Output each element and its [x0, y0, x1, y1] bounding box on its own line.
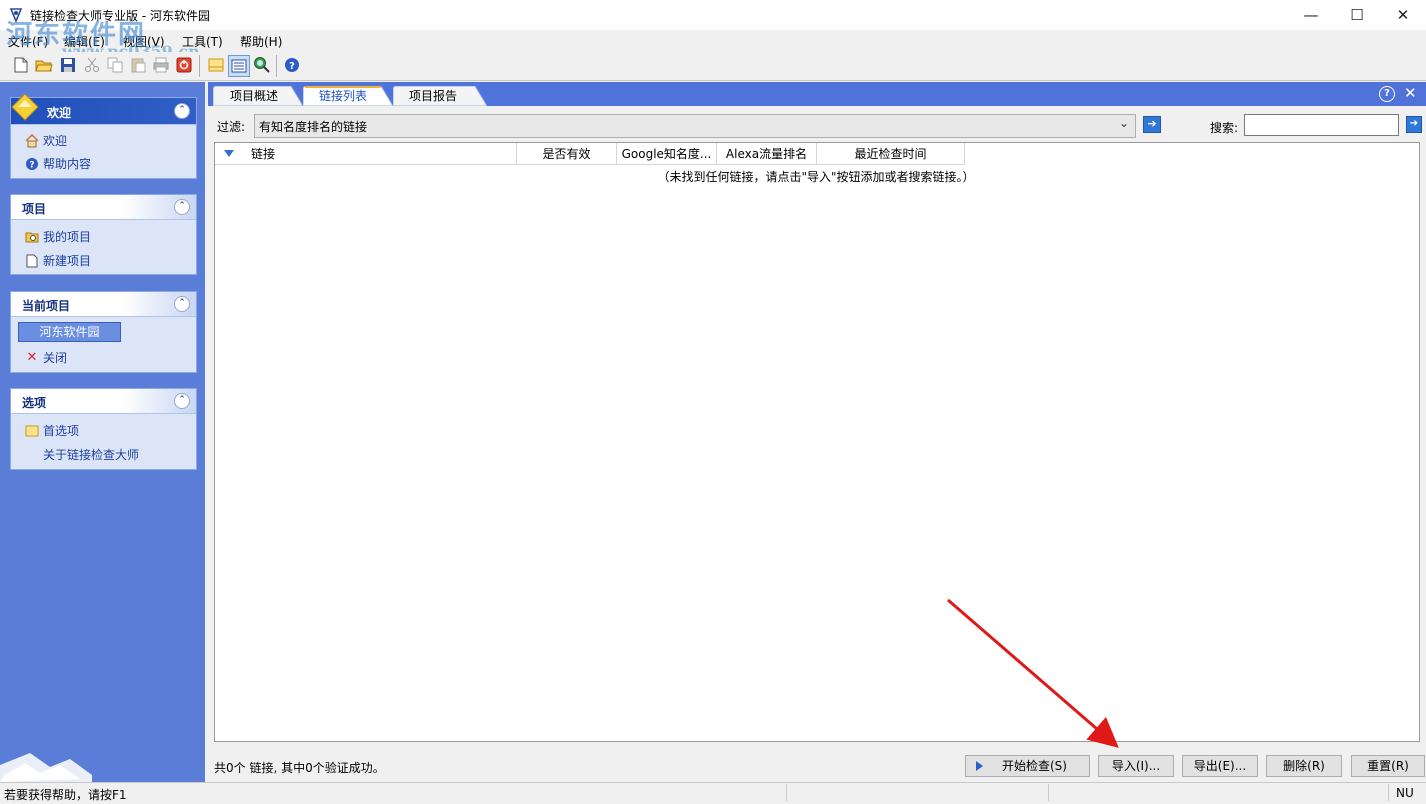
- num-lock-indicator: NU: [1396, 786, 1414, 800]
- toolbar-separator: [276, 55, 277, 77]
- column-header-valid[interactable]: 是否有效: [517, 143, 617, 165]
- status-separator: [786, 784, 787, 801]
- svg-text:?: ?: [289, 61, 295, 72]
- group-title: 项目: [22, 202, 47, 216]
- title-bar: [0, 0, 1426, 30]
- filter-selected-value: 有知名度排名的链接: [259, 120, 368, 134]
- empty-list-message: （未找到任何链接，请点击"导入"按钮添加或者搜索链接。）: [657, 170, 975, 184]
- filter-label: 过滤:: [217, 120, 246, 134]
- sidebar-item-help[interactable]: ? 帮助内容: [25, 155, 91, 172]
- welcome-group-header[interactable]: 欢迎 ⌃: [11, 93, 196, 125]
- project-group-header[interactable]: 项目 ⌃: [11, 195, 196, 220]
- folder-search-icon: [25, 230, 39, 244]
- sidebar-item-close-project[interactable]: ✕ 关闭: [25, 349, 67, 366]
- close-red-icon: ✕: [26, 350, 38, 365]
- welcome-diamond-icon: [11, 93, 39, 121]
- clouds-decoration: [0, 753, 92, 782]
- tab-overview[interactable]: 项目概述: [230, 86, 278, 106]
- search-go-button[interactable]: ➔: [1406, 116, 1422, 133]
- sidebar-item-label: 我的项目: [43, 230, 92, 244]
- sidebar-item-about[interactable]: 关于链接检查大师: [43, 446, 139, 463]
- group-title: 选项: [22, 396, 47, 410]
- options-group-header[interactable]: 选项 ⌃: [11, 389, 196, 414]
- tab-link-list[interactable]: 链接列表: [319, 86, 367, 106]
- search-input[interactable]: [1244, 114, 1399, 136]
- reset-button[interactable]: 重置(R): [1351, 755, 1425, 777]
- detail-view-icon[interactable]: [228, 55, 250, 77]
- welcome-group: 欢迎 ⌃ 欢迎 ? 帮助内容: [10, 93, 197, 179]
- panel-help-icon[interactable]: ?: [1379, 86, 1395, 102]
- note-icon[interactable]: [207, 56, 225, 74]
- sidebar-item-label: 新建项目: [43, 254, 92, 268]
- group-title: 欢迎: [47, 106, 72, 120]
- copy-icon[interactable]: [106, 56, 124, 74]
- sort-descending-icon: [224, 150, 234, 157]
- menu-help[interactable]: 帮助(H): [240, 33, 282, 50]
- sidebar-item-label: 关于链接检查大师: [43, 448, 140, 462]
- open-icon[interactable]: [35, 56, 53, 74]
- sidebar-item-label: 帮助内容: [43, 157, 92, 171]
- collapse-icon[interactable]: ⌃: [174, 393, 190, 409]
- sidebar-item-new-project[interactable]: 新建项目: [25, 252, 91, 269]
- summary-text: 共0个 链接, 其中0个验证成功。: [214, 761, 385, 775]
- svg-text:?: ?: [29, 160, 34, 170]
- current-project-group-header[interactable]: 当前项目 ⌃: [11, 292, 196, 317]
- status-bar: [0, 782, 1426, 804]
- preferences-icon: [25, 424, 39, 438]
- home-icon: [25, 133, 39, 148]
- chevron-down-icon: ⌄: [1118, 116, 1129, 130]
- play-icon: [976, 761, 983, 771]
- cut-icon[interactable]: [83, 56, 101, 74]
- collapse-icon[interactable]: ⌃: [174, 103, 190, 119]
- print-icon[interactable]: [152, 56, 170, 74]
- column-header-alexa-rank[interactable]: Alexa流量排名: [717, 143, 817, 165]
- column-header-google-rank[interactable]: Google知名度...: [617, 143, 717, 165]
- minimize-button[interactable]: —: [1288, 0, 1334, 30]
- current-project-group: 当前项目 ⌃ 河东软件园 ✕ 关闭: [10, 291, 197, 373]
- filter-apply-button[interactable]: ➔: [1143, 116, 1161, 133]
- export-button[interactable]: 导出(E)...: [1182, 755, 1258, 777]
- annotation-arrow: [947, 598, 1119, 748]
- search-label: 搜索:: [1210, 121, 1239, 135]
- status-separator: [1048, 784, 1049, 801]
- sidebar-item-my-projects[interactable]: 我的项目: [25, 228, 91, 245]
- sidebar-item-label: 关闭: [43, 351, 68, 365]
- delete-button[interactable]: 删除(R): [1266, 755, 1342, 777]
- project-group: 项目 ⌃ 我的项目 新建项目: [10, 194, 197, 275]
- new-document-icon: [25, 254, 39, 268]
- link-list-view[interactable]: [214, 142, 1420, 742]
- toolbar-separator: [199, 55, 200, 77]
- stop-icon[interactable]: [175, 56, 193, 74]
- sidebar-item-preferences[interactable]: 首选项: [25, 422, 79, 439]
- status-separator: [1388, 784, 1389, 801]
- help-icon[interactable]: ?: [283, 56, 301, 74]
- sidebar-item-welcome[interactable]: 欢迎: [25, 132, 67, 149]
- filter-dropdown[interactable]: 有知名度排名的链接 ⌄: [254, 114, 1136, 138]
- column-header-last-checked[interactable]: 最近检查时间: [817, 143, 965, 165]
- group-title: 当前项目: [22, 299, 71, 313]
- panel-close-icon[interactable]: ✕: [1404, 84, 1417, 102]
- new-icon[interactable]: [12, 56, 30, 74]
- options-group: 选项 ⌃ 首选项 关于链接检查大师: [10, 388, 197, 470]
- column-header-link[interactable]: 链接: [215, 143, 517, 165]
- status-text: 若要获得帮助，请按F1: [4, 788, 127, 802]
- tab-report[interactable]: 项目报告: [409, 86, 457, 106]
- paste-icon[interactable]: [129, 56, 147, 74]
- maximize-button[interactable]: ☐: [1334, 0, 1380, 30]
- close-window-button[interactable]: ✕: [1380, 0, 1426, 30]
- search-web-icon[interactable]: [253, 56, 271, 74]
- sidebar-item-label: 欢迎: [43, 134, 68, 148]
- collapse-icon[interactable]: ⌃: [174, 199, 190, 215]
- collapse-icon[interactable]: ⌃: [174, 296, 190, 312]
- current-project-name[interactable]: 河东软件园: [18, 322, 121, 342]
- save-icon[interactable]: [59, 56, 77, 74]
- help-icon: ?: [25, 157, 39, 171]
- sidebar-item-label: 首选项: [43, 424, 80, 438]
